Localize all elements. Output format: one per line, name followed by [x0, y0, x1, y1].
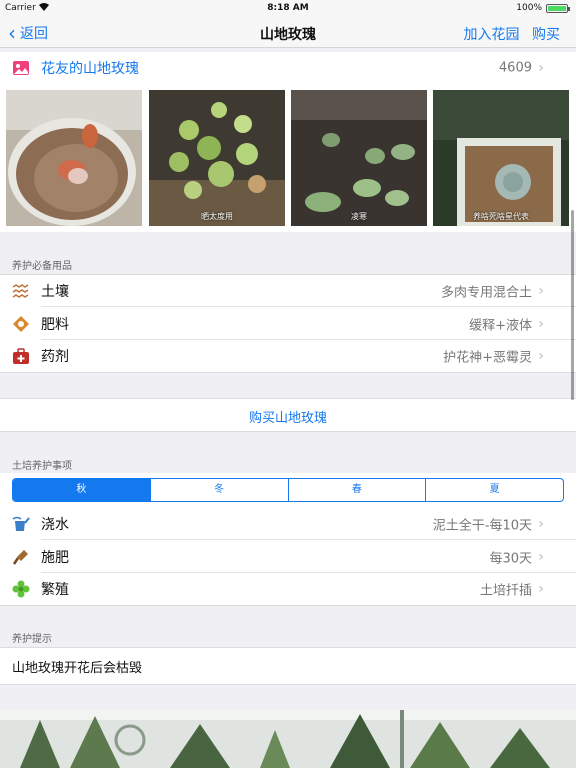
shovel-icon — [12, 548, 30, 566]
photo-thumbnail[interactable]: 养啥死啥星代表 — [433, 90, 569, 226]
status-time: 8:18 AM — [267, 3, 309, 13]
bottom-banner-photo[interactable] — [0, 710, 576, 768]
chevron-right-icon: › — [538, 348, 544, 364]
season-segmented-control: 秋 冬 春 夏 — [12, 478, 564, 502]
gallery-row[interactable]: 花友的山地玫瑰 4609 › — [0, 52, 576, 84]
medicine-icon — [12, 347, 30, 365]
chevron-right-icon: › — [538, 283, 544, 299]
photo-thumbnail[interactable]: 凌寒 — [291, 90, 427, 226]
banner-image — [0, 710, 576, 768]
supplies-header: 养护必备用品 — [12, 261, 72, 272]
buy-plant-row[interactable]: 购买山地玫瑰 — [0, 398, 576, 432]
chevron-right-icon: › — [538, 548, 544, 565]
gallery-count: 4609 — [498, 60, 532, 76]
buy-nav-button[interactable]: 购买 — [532, 27, 560, 43]
chevron-right-icon: › — [538, 515, 544, 532]
care-row-fertilizing[interactable]: 施肥 每30天 › — [0, 540, 576, 573]
supply-label: 药剂 — [41, 349, 69, 365]
segment-winter[interactable]: 冬 — [149, 479, 288, 501]
fertilizer-icon — [12, 315, 30, 333]
segment-autumn[interactable]: 秋 — [13, 479, 150, 501]
battery-fill — [548, 6, 566, 11]
photo-strip: 晒太度用 凌寒 养啥死啥星代表 — [0, 84, 576, 232]
photo-image — [433, 90, 569, 226]
photo-image — [149, 90, 285, 226]
supply-row-fertilizer[interactable]: 肥料 缓释+液体 › — [0, 307, 576, 340]
season-selector-container: 秋 冬 春 夏 — [0, 473, 576, 507]
battery-percent: 100% — [516, 3, 542, 13]
gallery-label: 花友的山地玫瑰 — [41, 61, 139, 77]
care-label: 施肥 — [41, 549, 69, 566]
segment-summer[interactable]: 夏 — [425, 479, 563, 501]
supply-label: 土壤 — [41, 284, 69, 300]
care-header: 土培养护事项 — [12, 461, 72, 472]
photo-thumbnail[interactable]: 晒太度用 — [149, 90, 285, 226]
care-row-watering[interactable]: 浇水 泥土全干-每10天 › — [0, 507, 576, 540]
photo-caption: 凌寒 — [351, 212, 367, 221]
propagation-icon — [12, 580, 30, 598]
care-tip-row: 山地玫瑰开花后会枯毁 — [0, 647, 576, 685]
care-label: 浇水 — [41, 516, 69, 533]
chevron-right-icon: › — [538, 60, 544, 76]
supply-value: 护花神+恶霉灵 — [443, 350, 532, 366]
tips-header: 养护提示 — [12, 634, 52, 645]
buy-plant-button[interactable]: 购买山地玫瑰 — [0, 407, 576, 426]
supply-value: 缓释+液体 — [469, 318, 532, 333]
photo-thumbnail[interactable] — [6, 90, 142, 226]
chevron-right-icon: › — [538, 581, 544, 597]
care-label: 繁殖 — [41, 582, 69, 598]
care-tip-text: 山地玫瑰开花后会枯毁 — [12, 661, 143, 676]
photo-image — [291, 90, 427, 226]
status-bar: Carrier 8:18 AM 100% — [0, 0, 576, 16]
watering-can-icon — [12, 515, 30, 533]
navigation-bar: ‹ 返回 山地玫瑰 加入花园 购买 — [0, 16, 576, 48]
supply-row-soil[interactable]: 土壤 多肉专用混合土 › — [0, 274, 576, 307]
care-value: 每30天 — [489, 551, 532, 566]
soil-icon — [12, 282, 30, 300]
chevron-right-icon: › — [538, 315, 544, 332]
add-to-garden-button[interactable]: 加入花园 — [464, 27, 520, 43]
battery-icon — [546, 4, 570, 13]
supply-value: 多肉专用混合土 — [440, 285, 532, 301]
photo-caption: 晒太度用 — [201, 212, 233, 221]
supply-row-medicine[interactable]: 药剂 护花神+恶霉灵 › — [0, 340, 576, 373]
care-value: 土培扦插 — [479, 583, 532, 599]
segment-spring[interactable]: 春 — [287, 479, 426, 501]
photo-icon — [12, 59, 30, 77]
photo-image — [6, 90, 142, 226]
photo-caption: 养啥死啥星代表 — [473, 212, 529, 221]
care-value: 泥土全干-每10天 — [432, 518, 532, 533]
care-row-propagation[interactable]: 繁殖 土培扦插 › — [0, 573, 576, 606]
supply-label: 肥料 — [41, 316, 69, 333]
scroll-indicator — [571, 210, 574, 400]
